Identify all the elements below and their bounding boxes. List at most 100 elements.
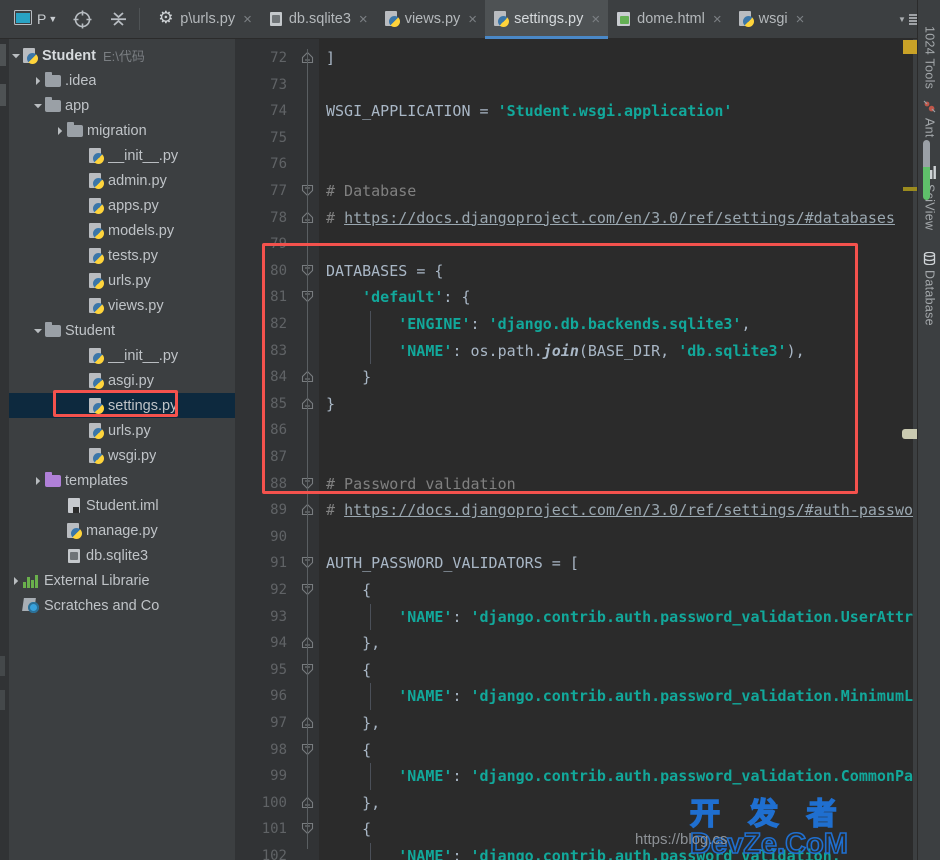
- close-icon[interactable]: ×: [243, 11, 252, 28]
- tree-item-tests-py[interactable]: tests.py: [0, 243, 235, 268]
- code-token-cmt: #: [326, 501, 345, 520]
- chevron-right-icon[interactable]: [30, 473, 45, 488]
- project-selector[interactable]: P ▼: [14, 10, 57, 28]
- left-strip-tab-project[interactable]: [0, 44, 6, 66]
- code-line[interactable]: [319, 125, 913, 152]
- code-line[interactable]: [319, 417, 913, 444]
- python-file-icon: [384, 11, 400, 27]
- code-token-op: :: [452, 767, 471, 786]
- code-token-str: 'Student.wsgi.application': [497, 102, 733, 121]
- code-line[interactable]: 'NAME': 'django.contrib.auth.password_va…: [319, 763, 913, 790]
- chevron-down-icon[interactable]: [8, 48, 23, 63]
- code-line[interactable]: [319, 151, 913, 178]
- line-number: 101: [261, 821, 287, 838]
- dropdown-arrow-icon[interactable]: ▼: [48, 14, 57, 24]
- line-number: 85: [270, 395, 287, 412]
- editor-tab-db-sqlite3[interactable]: db.sqlite3 ×: [260, 0, 376, 39]
- code-line[interactable]: DATABASES = {: [319, 258, 913, 285]
- tree-item-student[interactable]: Student: [0, 318, 235, 343]
- close-icon[interactable]: ×: [796, 11, 805, 28]
- tree-item-migration[interactable]: migration: [0, 118, 235, 143]
- tree-item-student[interactable]: Student E:\代码: [0, 43, 235, 68]
- line-number: 93: [270, 608, 287, 625]
- code-line[interactable]: {: [319, 657, 913, 684]
- editor-tab-settings-py[interactable]: settings.py ×: [485, 0, 609, 39]
- right-tool-1024tools[interactable]: 1024 Tools: [918, 4, 940, 90]
- code-token-ident: WSGI_APPLICATION: [326, 102, 480, 121]
- chevron-right-icon[interactable]: [8, 573, 23, 588]
- close-icon[interactable]: ×: [468, 11, 477, 28]
- tree-item-apps-py[interactable]: apps.py: [0, 193, 235, 218]
- code-folding-gutter[interactable]: [296, 39, 319, 860]
- code-line[interactable]: {: [319, 577, 913, 604]
- tree-item-urls-py[interactable]: urls.py: [0, 268, 235, 293]
- chevron-down-icon[interactable]: [30, 98, 45, 113]
- code-line[interactable]: },: [319, 790, 913, 817]
- code-line[interactable]: 'ENGINE': 'django.db.backends.sqlite3',: [319, 311, 913, 338]
- code-line[interactable]: # Database: [319, 178, 913, 205]
- close-icon[interactable]: ×: [591, 11, 600, 28]
- code-line[interactable]: }: [319, 364, 913, 391]
- editor-tab-p-urls-py[interactable]: p\urls.py ×: [150, 0, 260, 39]
- collapse-all-icon[interactable]: [107, 8, 129, 30]
- code-line[interactable]: [319, 524, 913, 551]
- tree-item--init-py[interactable]: __init__.py: [0, 143, 235, 168]
- tree-item-db-sqlite3[interactable]: db.sqlite3: [0, 543, 235, 568]
- right-tool-database[interactable]: Database: [918, 248, 940, 334]
- left-strip-tab-favorites[interactable]: [0, 656, 5, 676]
- tree-item-app[interactable]: app: [0, 93, 235, 118]
- tree-item-settings-py[interactable]: settings.py: [0, 393, 235, 418]
- tree-item-views-py[interactable]: views.py: [0, 293, 235, 318]
- code-line[interactable]: # https://docs.djangoproject.com/en/3.0/…: [319, 205, 913, 232]
- tree-item-models-py[interactable]: models.py: [0, 218, 235, 243]
- code-token-cmt: # Password validation: [326, 474, 516, 493]
- code-text-area[interactable]: ] WSGI_APPLICATION = 'Student.wsgi.applic…: [319, 39, 913, 860]
- target-icon[interactable]: [71, 8, 93, 30]
- tree-item-scratches-and-co[interactable]: Scratches and Co: [0, 593, 235, 618]
- editor-tab-views-py[interactable]: views.py ×: [376, 0, 485, 39]
- code-line[interactable]: # Password validation: [319, 471, 913, 498]
- code-line[interactable]: [319, 444, 913, 471]
- line-number: 84: [270, 369, 287, 386]
- code-line[interactable]: # https://docs.djangoproject.com/en/3.0/…: [319, 497, 913, 524]
- tree-item-manage-py[interactable]: manage.py: [0, 518, 235, 543]
- code-line[interactable]: 'default': {: [319, 284, 913, 311]
- tree-item--idea[interactable]: .idea: [0, 68, 235, 93]
- tree-item-asgi-py[interactable]: asgi.py: [0, 368, 235, 393]
- code-line[interactable]: ]: [319, 45, 913, 72]
- code-line[interactable]: },: [319, 630, 913, 657]
- code-line[interactable]: 'NAME': 'django.contrib.auth.password_va…: [319, 683, 913, 710]
- code-line[interactable]: },: [319, 710, 913, 737]
- code-line[interactable]: [319, 72, 913, 99]
- left-strip-tab-todo[interactable]: [0, 690, 5, 710]
- left-strip-tab-structure[interactable]: [0, 84, 6, 106]
- tree-item--init-py[interactable]: __init__.py: [0, 343, 235, 368]
- code-line[interactable]: }: [319, 391, 913, 418]
- tree-item-wsgi-py[interactable]: wsgi.py: [0, 443, 235, 468]
- tree-item-admin-py[interactable]: admin.py: [0, 168, 235, 193]
- chevron-right-icon[interactable]: [52, 123, 67, 138]
- python-file-icon: [89, 197, 104, 214]
- tree-item-templates[interactable]: templates: [0, 468, 235, 493]
- code-line[interactable]: 'NAME': 'django.contrib.auth.password_va…: [319, 843, 913, 860]
- code-editor[interactable]: 72 73 74 75 76 77 78 79 80 81 82 83 84 85 86 87 88 89 90 91…: [235, 39, 913, 860]
- chevron-right-icon[interactable]: [30, 73, 45, 88]
- database-file-icon: [269, 11, 284, 27]
- line-number: 83: [270, 342, 287, 359]
- code-line[interactable]: [319, 231, 913, 258]
- close-icon[interactable]: ×: [359, 11, 368, 28]
- tree-item-external-librarie[interactable]: External Librarie: [0, 568, 235, 593]
- code-line[interactable]: {: [319, 816, 913, 843]
- code-line[interactable]: 'NAME': os.path.join(BASE_DIR, 'db.sqlit…: [319, 338, 913, 365]
- tree-item-urls-py[interactable]: urls.py: [0, 418, 235, 443]
- chevron-down-icon[interactable]: [30, 323, 45, 338]
- code-line[interactable]: {: [319, 737, 913, 764]
- code-line[interactable]: 'NAME': 'django.contrib.auth.password_va…: [319, 604, 913, 631]
- tree-item-student-iml[interactable]: Student.iml: [0, 493, 235, 518]
- code-line[interactable]: WSGI_APPLICATION = 'Student.wsgi.applica…: [319, 98, 913, 125]
- code-line[interactable]: AUTH_PASSWORD_VALIDATORS = [: [319, 550, 913, 577]
- editor-tab-wsgi[interactable]: wsgi ×: [730, 0, 813, 39]
- editor-tab-dome-html[interactable]: dome.html ×: [608, 0, 729, 39]
- close-icon[interactable]: ×: [713, 11, 722, 28]
- code-token-fn: join: [542, 341, 579, 360]
